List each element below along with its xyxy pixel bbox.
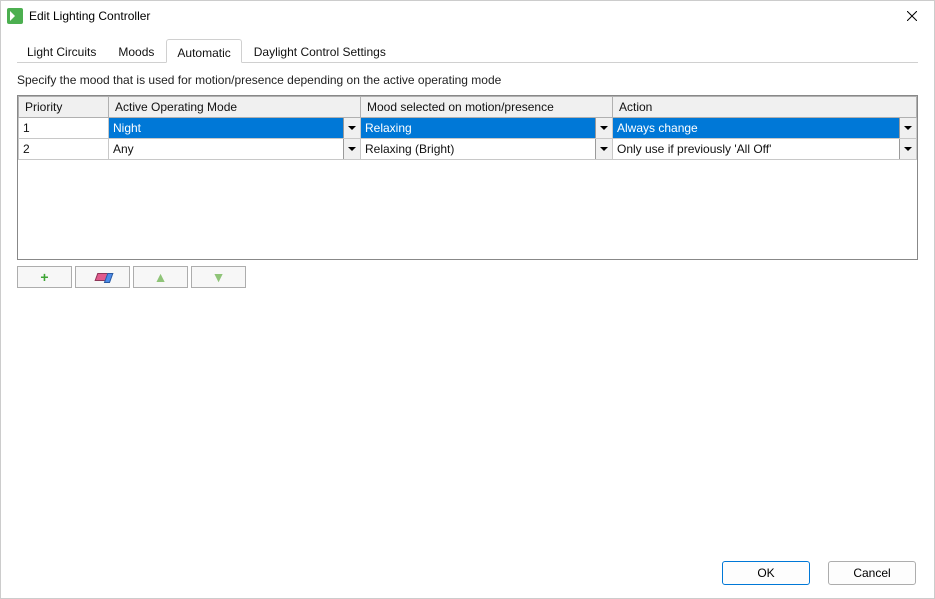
titlebar: Edit Lighting Controller	[1, 1, 934, 31]
move-down-button[interactable]: ▼	[191, 266, 246, 288]
cell-action: Only use if previously 'All Off'	[613, 139, 917, 160]
add-button[interactable]: +	[17, 266, 72, 288]
tab-moods[interactable]: Moods	[108, 39, 164, 63]
dialog-title: Edit Lighting Controller	[29, 9, 150, 23]
cell-mode: Night	[109, 118, 361, 139]
tab-automatic[interactable]: Automatic	[166, 39, 241, 63]
plus-icon: +	[40, 269, 48, 285]
tab-light-circuits[interactable]: Light Circuits	[17, 39, 106, 63]
eraser-icon	[94, 273, 111, 281]
tab-daylight-control-settings[interactable]: Daylight Control Settings	[244, 39, 396, 63]
dialog-edit-lighting-controller: Edit Lighting Controller Light Circuits …	[0, 0, 935, 599]
chevron-down-icon[interactable]	[343, 139, 360, 159]
column-header-mode[interactable]: Active Operating Mode	[109, 97, 361, 118]
delete-button[interactable]	[75, 266, 130, 288]
cell-mode: Any	[109, 139, 361, 160]
arrow-down-icon: ▼	[212, 270, 226, 284]
cell-priority: 2	[19, 139, 109, 160]
table-row[interactable]: 1 Night Relaxing Always change	[19, 118, 917, 139]
table-row[interactable]: 2 Any Relaxing (Bright) Only use if prev…	[19, 139, 917, 160]
cell-mood: Relaxing (Bright)	[361, 139, 613, 160]
chevron-down-icon[interactable]	[343, 118, 360, 138]
cell-action: Always change	[613, 118, 917, 139]
cell-mood: Relaxing	[361, 118, 613, 139]
chevron-down-icon[interactable]	[595, 139, 612, 159]
tab-description: Specify the mood that is used for motion…	[17, 73, 918, 87]
cell-priority: 1	[19, 118, 109, 139]
column-header-mood[interactable]: Mood selected on motion/presence	[361, 97, 613, 118]
grid-toolbar: + ▲ ▼	[17, 266, 918, 288]
chevron-down-icon[interactable]	[595, 118, 612, 138]
chevron-down-icon[interactable]	[899, 118, 916, 138]
move-up-button[interactable]: ▲	[133, 266, 188, 288]
column-header-action[interactable]: Action	[613, 97, 917, 118]
rules-grid: Priority Active Operating Mode Mood sele…	[17, 95, 918, 260]
tabstrip: Light Circuits Moods Automatic Daylight …	[17, 39, 918, 63]
close-button[interactable]	[890, 1, 934, 31]
dialog-footer: OK Cancel	[1, 548, 934, 598]
cancel-button[interactable]: Cancel	[828, 561, 916, 585]
close-icon	[907, 11, 917, 21]
arrow-up-icon: ▲	[154, 270, 168, 284]
chevron-down-icon[interactable]	[899, 139, 916, 159]
column-header-priority[interactable]: Priority	[19, 97, 109, 118]
app-icon	[7, 8, 23, 24]
ok-button[interactable]: OK	[722, 561, 810, 585]
